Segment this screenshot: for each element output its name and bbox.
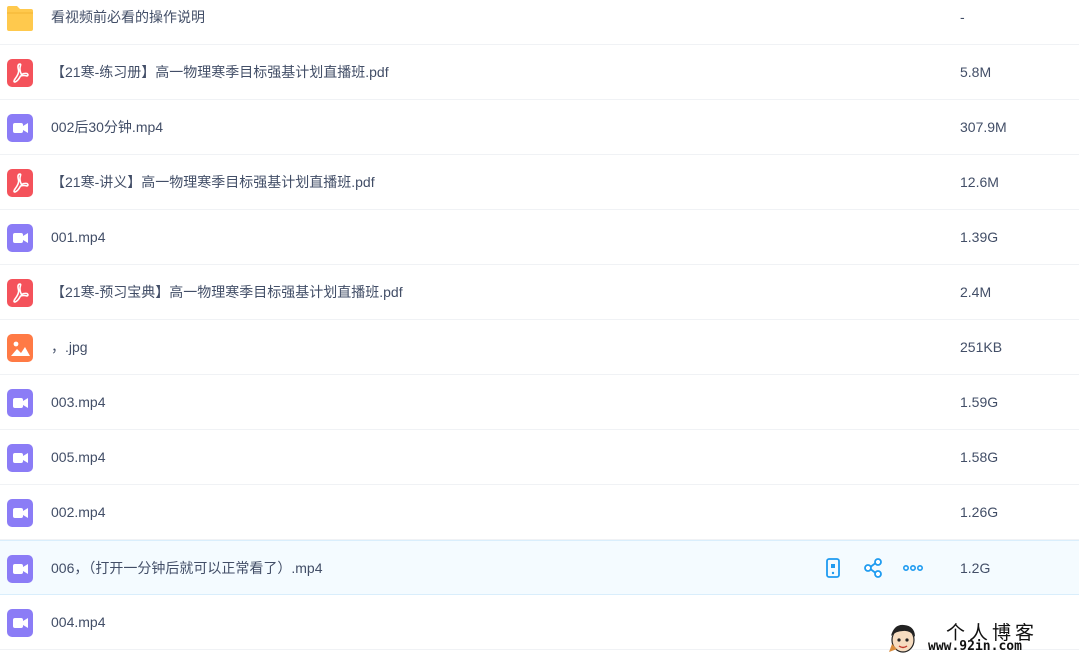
watermark-url: www.92in.com <box>928 639 1022 654</box>
video-icon <box>7 555 33 583</box>
file-row[interactable]: 005.mp4 1.58G <box>0 430 1079 485</box>
video-icon <box>7 499 33 527</box>
file-name[interactable]: 005.mp4 <box>51 430 105 485</box>
pdf-icon <box>7 279 33 307</box>
row-actions <box>820 541 930 596</box>
pdf-icon <box>7 59 33 87</box>
video-icon <box>7 114 33 142</box>
video-icon <box>7 224 33 252</box>
file-name[interactable]: 【21寒-讲义】高一物理寒季目标强基计划直播班.pdf <box>51 155 375 210</box>
more-icon[interactable] <box>902 557 924 579</box>
image-icon <box>7 334 33 362</box>
file-row[interactable]: 【21寒-讲义】高一物理寒季目标强基计划直播班.pdf 12.6M <box>0 155 1079 210</box>
file-row[interactable]: 【21寒-预习宝典】高一物理寒季目标强基计划直播班.pdf 2.4M <box>0 265 1079 320</box>
file-size: 1.2G <box>960 560 991 576</box>
file-row[interactable]: 看视频前必看的操作说明 - <box>0 0 1079 45</box>
file-list: 看视频前必看的操作说明 - 【21寒-练习册】高一物理寒季目标强基计划直播班.pdf… <box>0 0 1079 650</box>
file-name[interactable]: 004.mp4 <box>51 595 105 650</box>
file-name[interactable]: 003.mp4 <box>51 375 105 430</box>
file-name[interactable]: 002.mp4 <box>51 485 105 540</box>
file-row[interactable]: 003.mp4 1.59G <box>0 375 1079 430</box>
file-size: 251KB <box>960 339 1003 355</box>
file-size: 5.8M <box>960 64 992 80</box>
file-row[interactable]: 002.mp4 1.26G <box>0 485 1079 540</box>
file-row[interactable]: 006，（打开一分钟后就可以正常看了）.mp4 1.2G <box>0 540 1079 595</box>
file-name[interactable]: 【21寒-预习宝典】高一物理寒季目标强基计划直播班.pdf <box>51 265 403 320</box>
file-size: 1.58G <box>960 449 999 465</box>
file-size: 12.6M <box>960 174 999 190</box>
file-row[interactable]: ，.jpg 251KB <box>0 320 1079 375</box>
file-size: 1.59G <box>960 394 999 410</box>
pdf-icon <box>7 169 33 197</box>
file-size: 2.4M <box>960 284 992 300</box>
file-size: - <box>960 9 965 25</box>
file-name[interactable]: 001.mp4 <box>51 210 105 265</box>
file-row[interactable]: 002后30分钟.mp4 307.9M <box>0 100 1079 155</box>
file-name[interactable]: ，.jpg <box>51 320 88 375</box>
file-size: 307.9M <box>960 119 1007 135</box>
video-icon <box>7 609 33 637</box>
video-icon <box>7 444 33 472</box>
phone-icon[interactable] <box>822 557 844 579</box>
file-row[interactable]: 001.mp4 1.39G <box>0 210 1079 265</box>
file-name[interactable]: 006，（打开一分钟后就可以正常看了）.mp4 <box>51 541 322 596</box>
watermark: 个人博客 www.92in.com <box>886 618 1076 658</box>
file-name[interactable]: 002后30分钟.mp4 <box>51 100 163 155</box>
video-icon <box>7 389 33 417</box>
file-size: 1.39G <box>960 229 999 245</box>
file-name[interactable]: 【21寒-练习册】高一物理寒季目标强基计划直播班.pdf <box>51 45 389 100</box>
file-row[interactable]: 【21寒-练习册】高一物理寒季目标强基计划直播班.pdf 5.8M <box>0 45 1079 100</box>
folder-icon <box>7 6 33 31</box>
share-icon[interactable] <box>862 557 884 579</box>
file-size: 1.26G <box>960 504 999 520</box>
watermark-avatar-icon <box>889 624 915 653</box>
file-name[interactable]: 看视频前必看的操作说明 <box>51 0 205 45</box>
